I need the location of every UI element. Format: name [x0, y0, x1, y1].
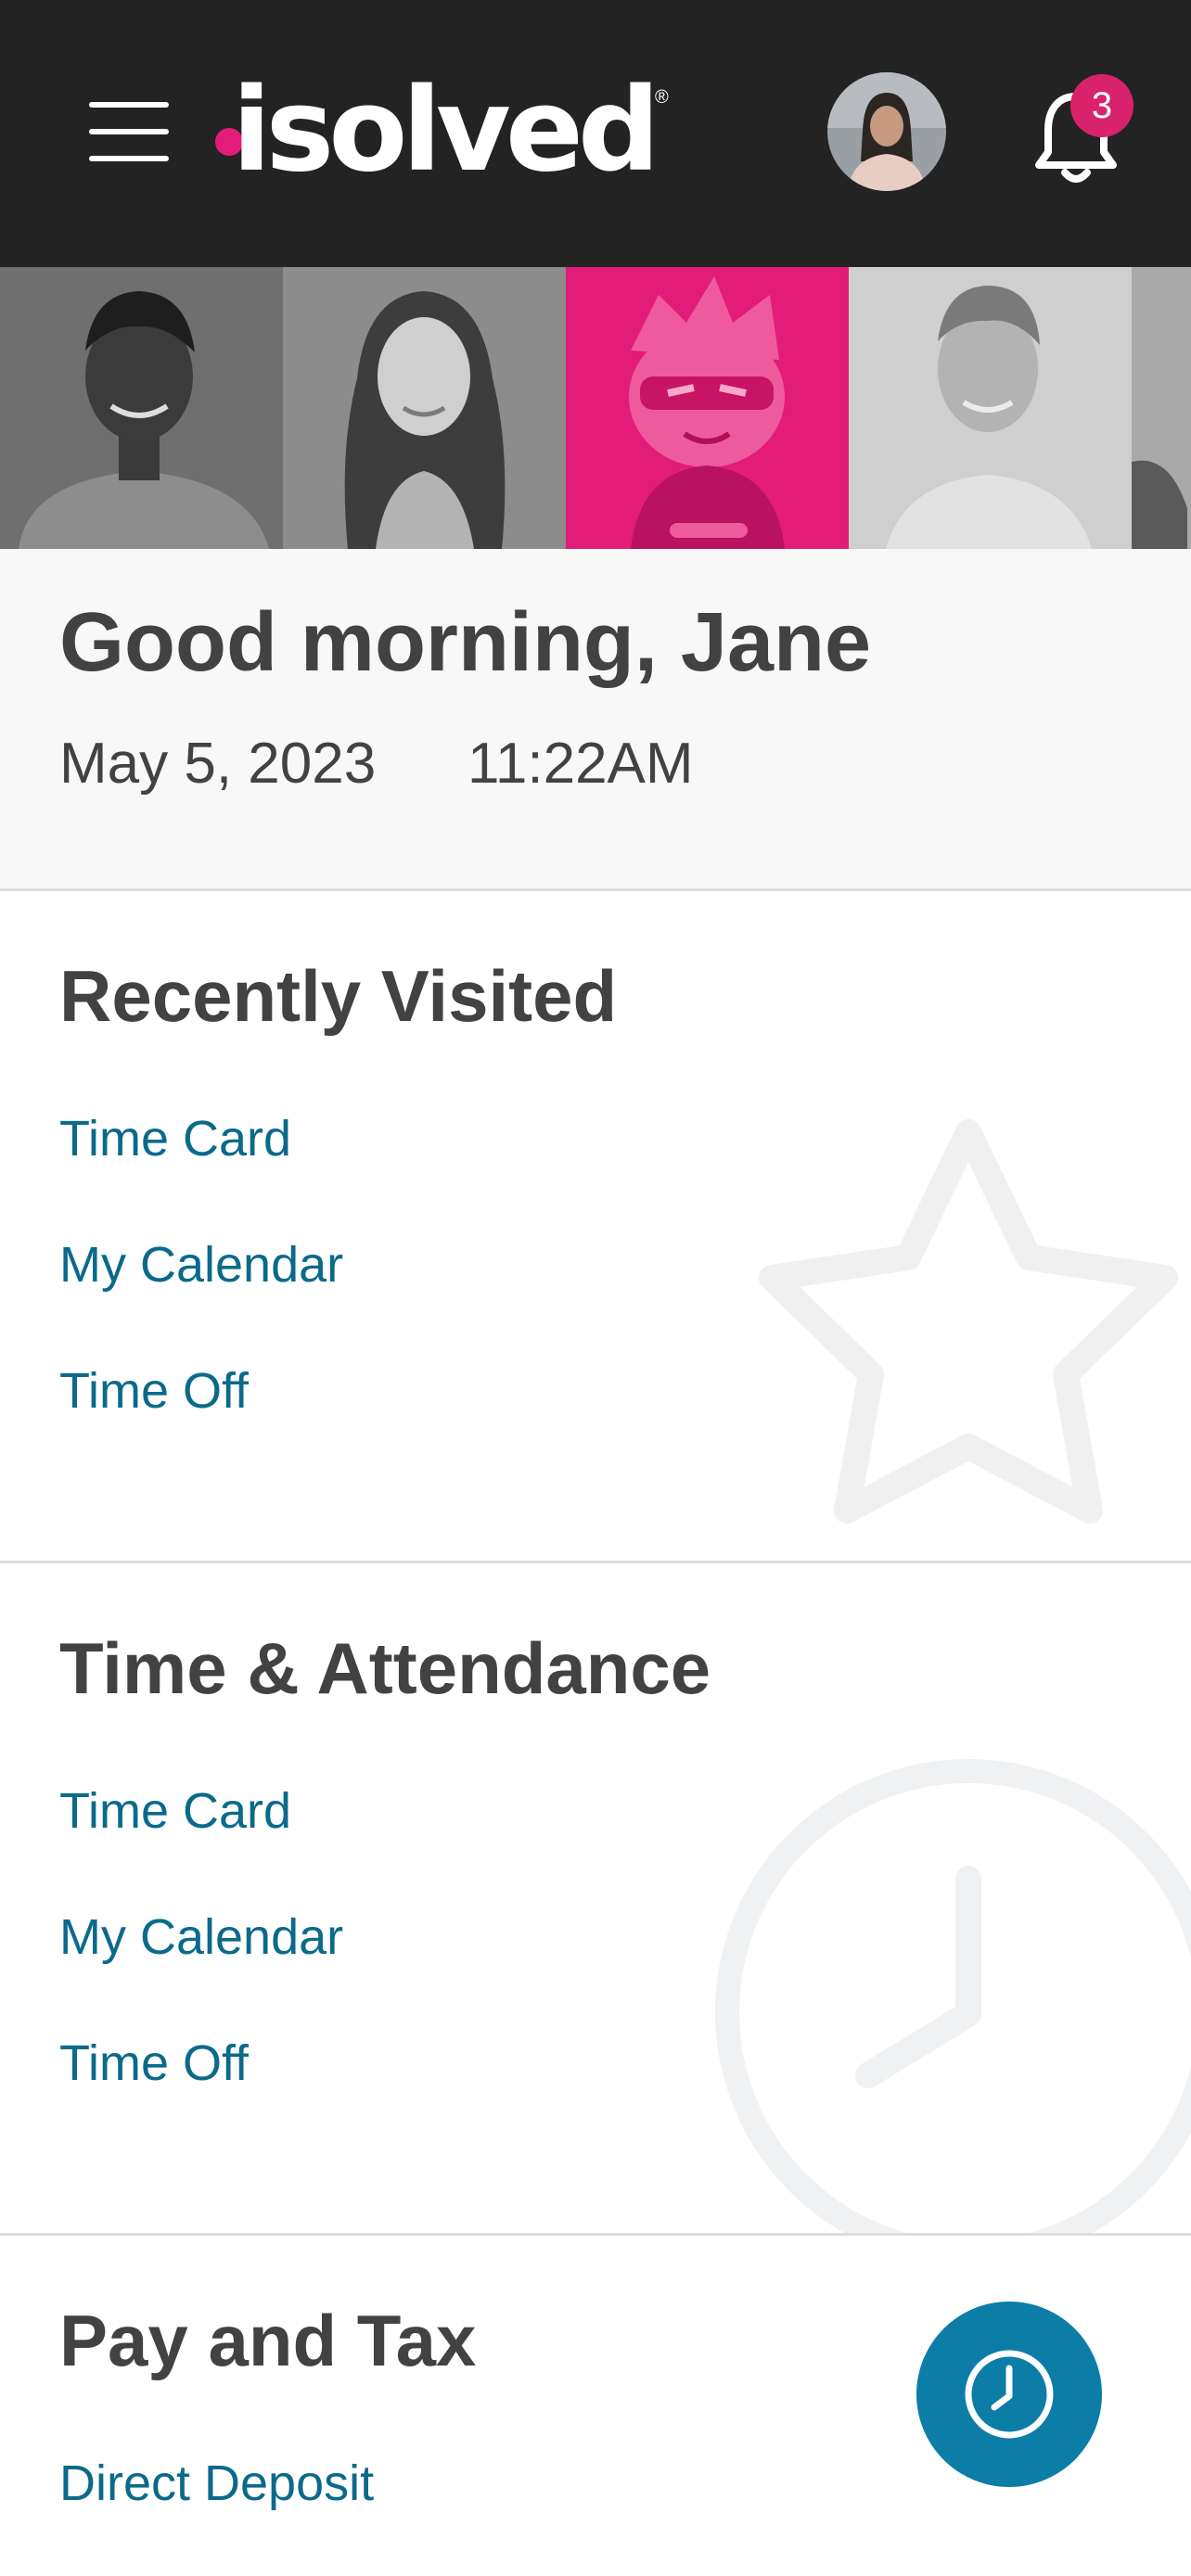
avatar[interactable]	[827, 72, 946, 191]
clock-fab-button[interactable]	[916, 2302, 1102, 2487]
star-icon	[759, 1119, 1178, 1524]
section-title: Recently Visited	[59, 955, 618, 1037]
current-date: May 5, 2023	[59, 732, 377, 796]
app-header: isolved ® 3	[0, 0, 1191, 267]
current-time: 11:22AM	[467, 732, 694, 796]
greeting-panel: Good morning, Jane May 5, 2023 11:22AM	[0, 549, 1191, 891]
attendance-link-time-off[interactable]: Time Off	[59, 2034, 249, 2092]
section-title: Time & Attendance	[59, 1627, 711, 1709]
attendance-link-my-calendar[interactable]: My Calendar	[59, 1908, 343, 1966]
menu-bar	[89, 102, 169, 108]
recently-visited-section: Recently Visited Time Card My Calendar T…	[0, 891, 1191, 1563]
attendance-link-time-card[interactable]: Time Card	[59, 1782, 291, 1840]
avatar-photo	[827, 72, 946, 191]
logo-text: isolved	[232, 64, 660, 198]
recent-link-time-off[interactable]: Time Off	[59, 1362, 249, 1420]
banner-photo-woman	[283, 267, 566, 549]
pay-link-direct-deposit[interactable]: Direct Deposit	[59, 2455, 374, 2512]
logo-registered-mark: ®	[655, 87, 669, 108]
clock-icon	[965, 2350, 1054, 2439]
recent-link-time-card[interactable]: Time Card	[59, 1110, 291, 1167]
time-attendance-section: Time & Attendance Time Card My Calendar …	[0, 1563, 1191, 2236]
banner-photo-man	[0, 267, 283, 549]
clock-icon	[715, 1759, 1191, 2233]
greeting-title: Good morning, Jane	[59, 596, 872, 689]
banner-photo-man-2	[849, 267, 1132, 549]
menu-bar	[89, 156, 169, 161]
section-title: Pay and Tax	[59, 2300, 477, 2381]
banner-photo-partial	[1132, 267, 1191, 549]
menu-icon[interactable]	[89, 98, 169, 165]
notification-badge: 3	[1070, 74, 1133, 137]
recent-link-my-calendar[interactable]: My Calendar	[59, 1236, 343, 1294]
banner-mascot-hero	[566, 267, 849, 549]
menu-bar	[89, 129, 169, 134]
people-banner	[0, 267, 1191, 549]
